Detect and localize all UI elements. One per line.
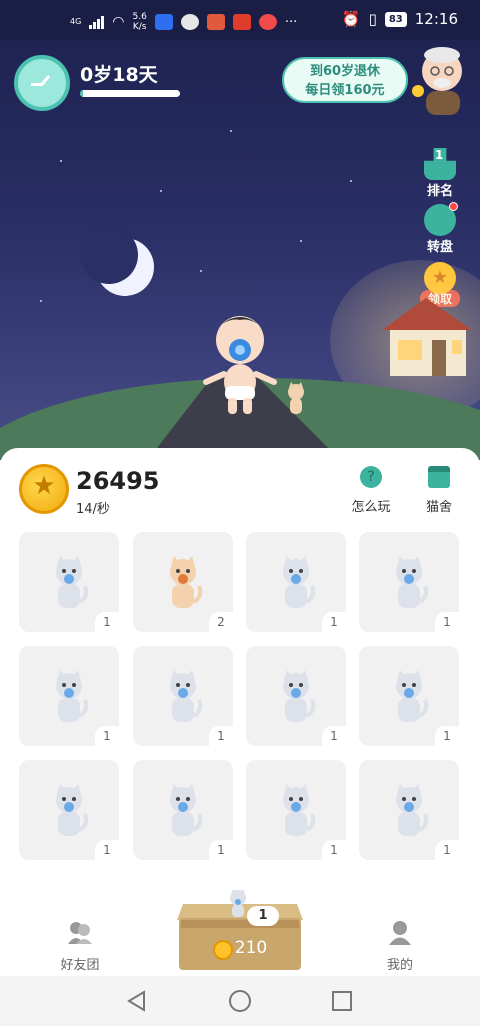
cat-icon: [396, 556, 429, 608]
cat-slot[interactable]: 1: [19, 532, 119, 632]
cat-level: 1: [435, 726, 459, 746]
cat-icon: [396, 670, 429, 722]
cat-slot[interactable]: 1: [133, 760, 233, 860]
status-bar: 4G ◠ 5.6 K/s ··· ⏰ ▯ 83 12:16: [0, 0, 480, 40]
pet-cat: [288, 382, 304, 414]
vibrate-icon: ▯: [368, 10, 377, 28]
app-red-icon: [258, 14, 277, 30]
cat-house-button[interactable]: 猫舍: [409, 466, 469, 515]
cat-level: 1: [95, 726, 119, 746]
mine-tab[interactable]: 我的: [370, 920, 430, 973]
wheel-icon: [424, 202, 458, 236]
baby-character: [203, 316, 277, 414]
game-scene: 0岁18天 到60岁退休 每日领160元 1 排名 转盘 ★ 领取: [0, 40, 480, 460]
toutiao-icon: [232, 14, 251, 30]
alarm-icon: ⏰: [341, 10, 361, 28]
cat-icon: [396, 784, 429, 836]
speed-value: 5.6: [132, 12, 147, 22]
cat-slot[interactable]: 1: [359, 646, 459, 746]
cat-level: 1: [322, 840, 346, 860]
wifi-icon: ◠: [112, 14, 125, 30]
how-to-play-button[interactable]: ? 怎么玩: [341, 466, 401, 515]
cat-slot[interactable]: 2: [133, 532, 233, 632]
cat-level: 1: [322, 726, 346, 746]
cat-level: 1: [95, 612, 119, 632]
age-progress-bar: [80, 90, 180, 97]
cat-level: 1: [435, 612, 459, 632]
cat-level: 1: [435, 840, 459, 860]
cat-level: 1: [209, 726, 233, 746]
buy-cat-box-button[interactable]: 1 210: [175, 890, 305, 972]
battery-indicator: 83: [384, 11, 407, 27]
cat-slot[interactable]: 1: [133, 646, 233, 746]
friends-icon: [68, 922, 92, 944]
how-to-play-label: 怎么玩: [351, 500, 391, 515]
cat-icon: [56, 670, 89, 722]
recents-icon[interactable]: [331, 990, 353, 1012]
box-price: 210: [175, 938, 305, 958]
box-level-badge: 1: [247, 906, 279, 926]
cat-icon: [283, 670, 316, 722]
cat-icon: [170, 670, 203, 722]
cat-slot[interactable]: 1: [19, 646, 119, 746]
help-icon: ?: [360, 466, 382, 488]
retire-line-2: 每日领160元: [305, 83, 385, 98]
friends-tab[interactable]: 好友团: [50, 920, 110, 973]
house-illustration: [382, 298, 472, 376]
cat-slot[interactable]: 1: [246, 646, 346, 746]
cat-level: 1: [209, 840, 233, 860]
wechat-icon: [180, 14, 199, 30]
cat-slot[interactable]: 1: [359, 532, 459, 632]
cardboard-box-icon: [177, 890, 303, 970]
cat-icon: [283, 784, 316, 836]
network-speed: 5.6 K/s: [133, 12, 147, 32]
coin-rate: 14/秒: [76, 502, 110, 517]
cat-house-label: 猫舍: [425, 500, 452, 515]
cat-house-icon: [428, 466, 450, 488]
cat-level: 1: [95, 840, 119, 860]
cat-slot[interactable]: 1: [19, 760, 119, 860]
moon-icon: [80, 226, 154, 296]
cat-icon: [170, 556, 203, 608]
retire-line-1: 到60岁退休: [309, 64, 381, 79]
rank-icon: 1: [424, 148, 456, 180]
shield-app-icon: [154, 14, 173, 30]
wheel-button[interactable]: 转盘: [420, 202, 460, 255]
clock-time: 12:16: [414, 10, 458, 28]
more-notifications-icon: ···: [284, 14, 298, 30]
grandpa-avatar[interactable]: [412, 45, 470, 117]
retirement-bubble[interactable]: 到60岁退休 每日领160元: [282, 57, 408, 103]
coin-count: 26495: [76, 467, 160, 495]
cat-icon: [170, 784, 203, 836]
cat-icon: [283, 556, 316, 608]
cat-level: 2: [209, 612, 233, 632]
cat-level: 1: [322, 612, 346, 632]
app-notification-icon: [206, 14, 225, 30]
coin-icon: [19, 464, 69, 514]
back-icon[interactable]: [126, 990, 148, 1012]
network-type: 4G: [70, 17, 82, 26]
age-clock-icon: [14, 55, 70, 111]
speed-unit: K/s: [132, 22, 147, 32]
rank-button[interactable]: 1 排名: [420, 148, 460, 199]
system-navigation-bar: [0, 976, 480, 1026]
cat-slot[interactable]: 1: [359, 760, 459, 860]
cat-icon: [56, 784, 89, 836]
profile-icon: [389, 921, 411, 945]
wheel-label: 转盘: [426, 240, 453, 255]
home-icon[interactable]: [228, 989, 252, 1013]
signal-icon: [89, 15, 105, 29]
cat-slot[interactable]: 1: [246, 760, 346, 860]
rank-label: 排名: [426, 184, 453, 199]
box-price-value: 210: [234, 938, 268, 958]
cat-icon: [56, 556, 89, 608]
mine-label: 我的: [386, 958, 413, 973]
cat-slot[interactable]: 1: [246, 532, 346, 632]
age-text: 0岁18天: [80, 64, 158, 86]
rank-badge: 1: [435, 148, 444, 162]
friends-label: 好友团: [60, 958, 100, 973]
